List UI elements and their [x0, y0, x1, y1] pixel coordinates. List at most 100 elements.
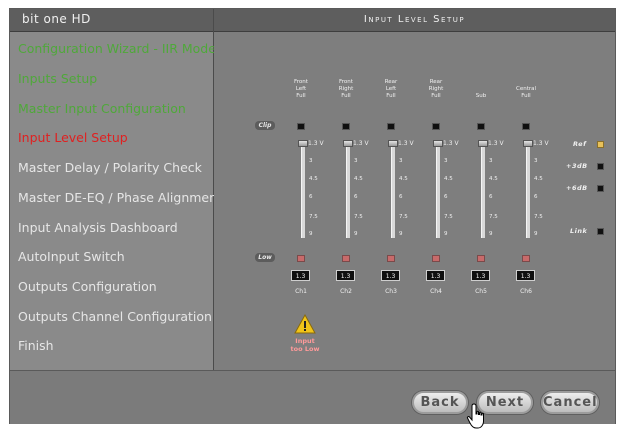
input-too-low-warning: Input too Low [290, 337, 320, 353]
channel-name: Ch4 [430, 288, 442, 295]
fader-top-value: 1.3 V [353, 140, 369, 147]
low-led [297, 255, 305, 262]
sidebar-item-finish[interactable]: Finish [18, 338, 54, 354]
sidebar-item-autoinput-switch[interactable]: AutoInput Switch [18, 249, 125, 265]
level-value-box[interactable]: 1.3 [471, 270, 490, 281]
tick-label: 7.5 [309, 214, 318, 220]
ref-led[interactable] [597, 141, 604, 148]
warning-triangle-icon [294, 313, 316, 334]
tick-label: 3 [444, 158, 448, 164]
link-label: Link [570, 227, 588, 235]
tick-label: 4.5 [489, 176, 498, 182]
fader-top-value: 1.3 V [533, 140, 549, 147]
title-bar: bit one HD Input Level Setup [10, 9, 615, 32]
tick-label: 9 [489, 231, 493, 237]
app-title: bit one HD [22, 12, 91, 26]
low-led [522, 255, 530, 262]
fader-track [526, 144, 530, 238]
sidebar-item-master-de-eq-phase[interactable]: Master DE-EQ / Phase Alignment [18, 190, 222, 206]
fader-top-value: 1.3 V [398, 140, 414, 147]
channel-name: Ch1 [295, 288, 307, 295]
tick-label: 6 [444, 194, 448, 200]
tick-label: 3 [399, 158, 403, 164]
tick-label: 3 [309, 158, 313, 164]
tick-label: 7.5 [534, 214, 543, 220]
clip-row-label: Clip [255, 121, 275, 130]
plus-3db-led[interactable] [597, 163, 604, 170]
hand-cursor-icon [466, 403, 488, 431]
tick-label: 3 [534, 158, 538, 164]
tick-label: 3 [354, 158, 358, 164]
sidebar-item-input-level-setup[interactable]: Input Level Setup [18, 130, 128, 146]
low-led [477, 255, 485, 262]
fader-track [436, 144, 440, 238]
tick-label: 6 [489, 194, 493, 200]
clip-led [432, 123, 440, 130]
channel-header: Rear Right Full [428, 79, 444, 99]
tick-label: 9 [354, 231, 358, 237]
plus-6db-label: +6dB [566, 184, 588, 192]
low-led [342, 255, 350, 262]
plus-6db-led[interactable] [597, 185, 604, 192]
level-fader-knob[interactable] [433, 140, 443, 147]
footer-nav-bar: Back Next Cancel [10, 370, 615, 424]
sidebar-item-master-input-configuration[interactable]: Master Input Configuration [18, 101, 186, 117]
fader-track [346, 144, 350, 238]
wizard-steps-sidebar: Configuration Wizard - IIR Mode Inputs S… [10, 32, 222, 370]
channel-name: Ch3 [385, 288, 397, 295]
fader-track [301, 144, 305, 238]
channel-header: Front Left Full [294, 79, 308, 99]
clip-led [342, 123, 350, 130]
input-level-panel: Clip Low Front Left Full 1.3 V 3 4.5 6 7.5… [214, 32, 615, 370]
channel-header: Front Right Full [338, 79, 354, 99]
level-value-box[interactable]: 1.3 [516, 270, 535, 281]
sidebar-item-outputs-channel-configuration[interactable]: Outputs Channel Configuration [18, 309, 212, 325]
channel-header: Sub [475, 93, 487, 99]
clip-led [477, 123, 485, 130]
sidebar-item-outputs-configuration[interactable]: Outputs Configuration [18, 279, 157, 295]
sidebar-item-configuration-wizard[interactable]: Configuration Wizard - IIR Mode [18, 41, 216, 57]
tick-label: 9 [309, 231, 313, 237]
tick-label: 7.5 [489, 214, 498, 220]
sidebar-item-inputs-setup[interactable]: Inputs Setup [18, 71, 97, 87]
tick-label: 9 [444, 231, 448, 237]
tick-label: 4.5 [444, 176, 453, 182]
low-led [432, 255, 440, 262]
level-value-box[interactable]: 1.3 [381, 270, 400, 281]
tick-label: 4.5 [534, 176, 543, 182]
level-value-box[interactable]: 1.3 [426, 270, 445, 281]
tick-label: 6 [534, 194, 538, 200]
clip-led [297, 123, 305, 130]
level-fader-knob[interactable] [388, 140, 398, 147]
back-button[interactable]: Back [412, 391, 468, 414]
channel-name: Ch2 [340, 288, 352, 295]
level-value-box[interactable]: 1.3 [291, 270, 310, 281]
page-title: Input Level Setup [363, 14, 466, 25]
link-led[interactable] [597, 228, 604, 235]
tick-label: 4.5 [399, 176, 408, 182]
channel-header: Central Full [515, 86, 537, 99]
fader-top-value: 1.3 V [308, 140, 324, 147]
cancel-button[interactable]: Cancel [541, 391, 599, 414]
level-fader-knob[interactable] [478, 140, 488, 147]
level-value-box[interactable]: 1.3 [336, 270, 355, 281]
tick-label: 4.5 [309, 176, 318, 182]
fader-top-value: 1.3 V [443, 140, 459, 147]
plus-3db-label: +3dB [566, 162, 588, 170]
sidebar-item-input-analysis-dashboard[interactable]: Input Analysis Dashboard [18, 220, 178, 236]
low-row-label: Low [255, 253, 275, 262]
level-fader-knob[interactable] [298, 140, 308, 147]
fader-top-value: 1.3 V [488, 140, 504, 147]
tick-label: 9 [399, 231, 403, 237]
tick-label: 6 [309, 194, 313, 200]
ref-label: Ref [573, 140, 587, 148]
tick-label: 7.5 [354, 214, 363, 220]
channel-name: Ch5 [475, 288, 487, 295]
channel-header: Rear Left Full [384, 79, 398, 99]
sidebar-item-master-delay-polarity[interactable]: Master Delay / Polarity Check [18, 160, 202, 176]
tick-label: 9 [534, 231, 538, 237]
tick-label: 7.5 [444, 214, 453, 220]
fader-track [391, 144, 395, 238]
level-fader-knob[interactable] [523, 140, 533, 147]
level-fader-knob[interactable] [343, 140, 353, 147]
